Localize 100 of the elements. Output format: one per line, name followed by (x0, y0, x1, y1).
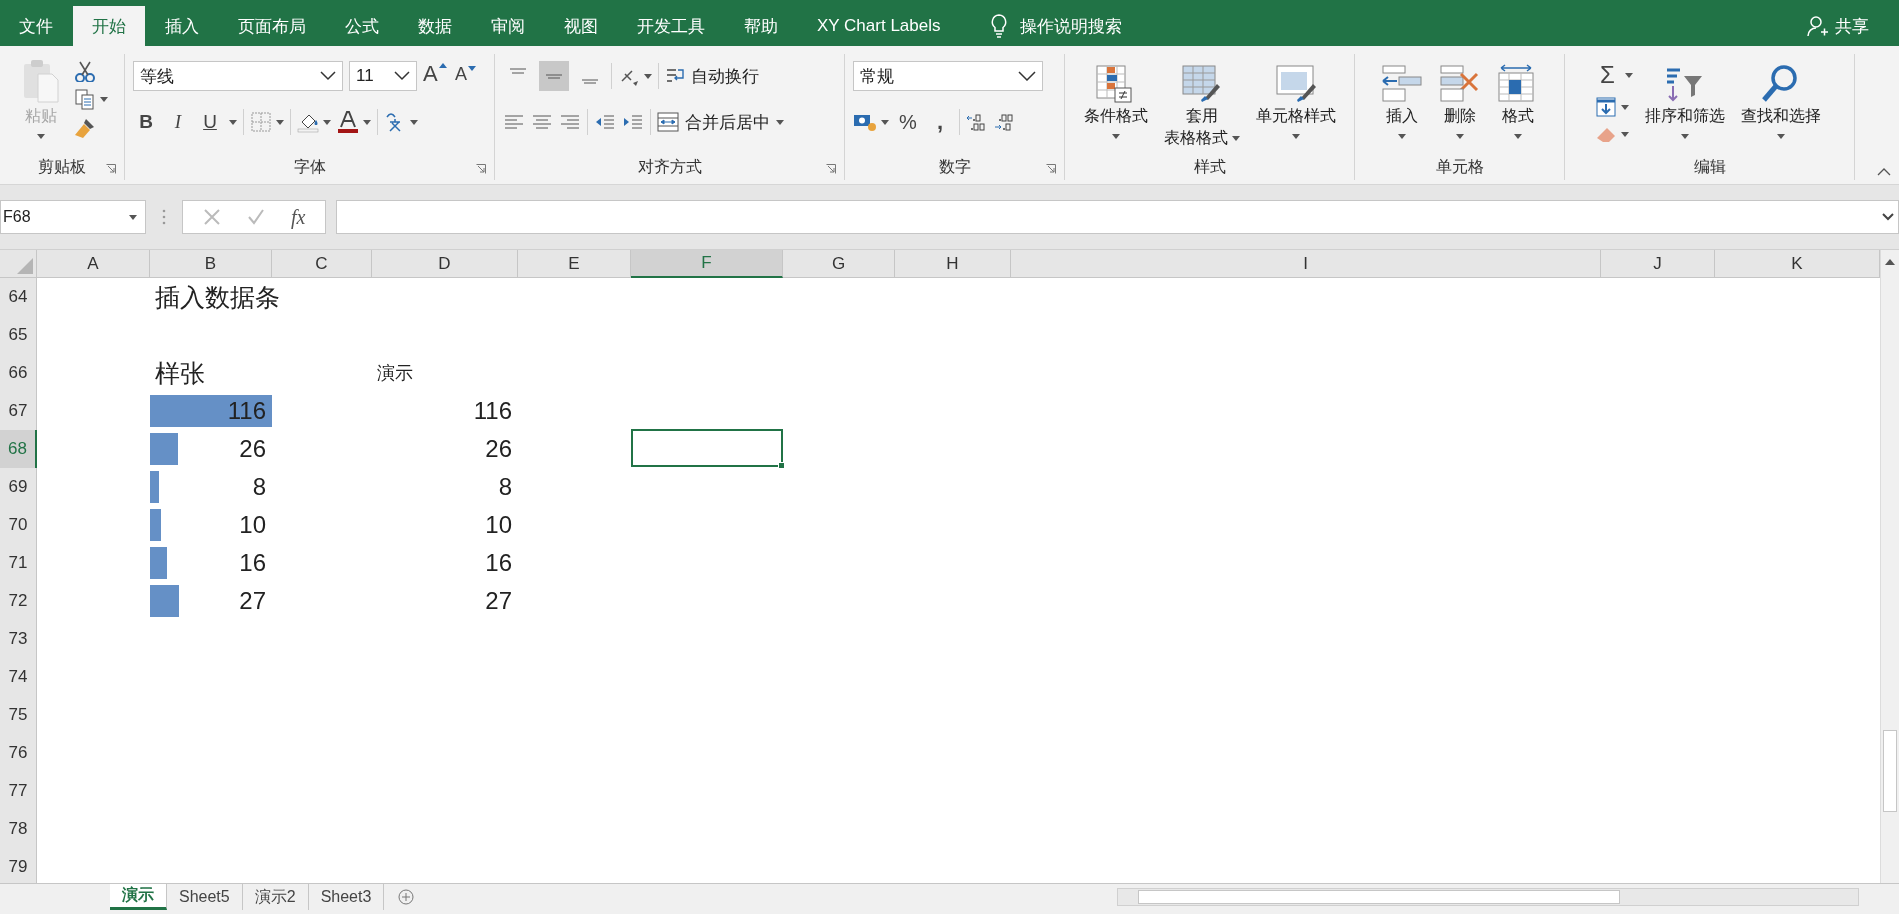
caret-icon[interactable] (410, 119, 418, 125)
row-header[interactable]: 76 (0, 734, 37, 772)
check-icon[interactable] (247, 208, 265, 226)
menu-tab[interactable]: 视图 (545, 6, 617, 46)
number-format-dropdown[interactable]: 常规 (853, 61, 1043, 91)
row-header[interactable]: 79 (0, 848, 37, 883)
ribbon-button[interactable]: 删除 (1434, 58, 1485, 154)
comma-style-button[interactable]: , (927, 107, 953, 137)
caret-icon[interactable] (229, 119, 237, 125)
ribbon-button[interactable]: 格式 (1492, 58, 1543, 154)
copy-icon[interactable] (74, 88, 96, 110)
decrease-indent-icon[interactable] (594, 112, 616, 132)
dialog-launcher-icon[interactable] (476, 164, 486, 174)
chevron-down-icon[interactable] (1018, 71, 1036, 81)
row-header[interactable]: 78 (0, 810, 37, 848)
scrollbar-thumb[interactable] (1138, 890, 1620, 904)
menu-tab[interactable]: 开始 (73, 6, 145, 46)
row-header[interactable]: 68 (0, 430, 37, 468)
chevron-down-icon[interactable] (394, 71, 410, 81)
increase-decimal-icon[interactable] (966, 112, 988, 132)
column-header[interactable]: K (1715, 250, 1880, 278)
vertical-scrollbar[interactable] (1880, 250, 1899, 883)
bold-button[interactable]: B (133, 107, 159, 137)
dialog-launcher-icon[interactable] (826, 164, 836, 174)
menu-tab[interactable]: XY Chart Labels (798, 6, 960, 46)
caret-icon[interactable] (1620, 131, 1629, 137)
caret-icon[interactable] (881, 119, 889, 125)
font-size-dropdown[interactable]: 11 (349, 61, 417, 91)
caret-icon[interactable] (276, 119, 284, 125)
row-header[interactable]: 77 (0, 772, 37, 810)
column-header[interactable]: D (372, 250, 518, 278)
name-box[interactable]: F68 (0, 200, 146, 234)
column-header[interactable]: G (783, 250, 895, 278)
share-button[interactable]: 共享 (1807, 6, 1869, 46)
increase-indent-icon[interactable] (622, 112, 644, 132)
caret-icon[interactable] (1624, 72, 1633, 78)
caret-icon[interactable] (644, 73, 652, 79)
font-name-dropdown[interactable]: 等线 (133, 61, 343, 91)
sheet-tab[interactable]: 演示 (110, 884, 167, 910)
tell-me-search[interactable]: 操作说明搜索 (1020, 14, 1123, 38)
formula-input-field[interactable] (336, 200, 1899, 234)
dialog-launcher-icon[interactable] (1046, 164, 1056, 174)
chevron-down-icon[interactable] (320, 71, 336, 81)
autosum-button[interactable]: Σ (1594, 60, 1621, 90)
ribbon-button[interactable]: 查找和选择 (1736, 58, 1825, 154)
caret-icon[interactable] (1620, 104, 1629, 110)
column-header[interactable]: J (1601, 250, 1715, 278)
sheet-tab[interactable]: Sheet5 (167, 884, 243, 910)
row-header[interactable]: 71 (0, 544, 37, 582)
row-header[interactable]: 72 (0, 582, 37, 620)
row-header[interactable]: 73 (0, 620, 37, 658)
paintbrush-icon[interactable] (74, 116, 96, 138)
row-header[interactable]: 69 (0, 468, 37, 506)
ribbon-button[interactable]: 插入 (1376, 58, 1427, 154)
menu-tab[interactable]: 插入 (146, 6, 218, 46)
add-sheet-icon[interactable] (398, 889, 415, 905)
ribbon-button[interactable]: 排序和筛选 (1640, 58, 1729, 154)
column-header[interactable]: E (518, 250, 631, 278)
column-header[interactable]: C (272, 250, 372, 278)
fill-down-icon[interactable] (1594, 96, 1617, 118)
menu-tab[interactable]: 开发工具 (618, 6, 724, 46)
caret-icon[interactable] (323, 119, 331, 125)
menu-tab[interactable]: 帮助 (725, 6, 797, 46)
expand-icon[interactable] (1882, 213, 1894, 221)
decrease-font-button[interactable]: A (455, 64, 481, 94)
column-header[interactable]: F (631, 250, 783, 278)
decrease-decimal-icon[interactable] (994, 112, 1016, 132)
lightbulb-icon[interactable] (990, 13, 1009, 39)
row-header[interactable]: 70 (0, 506, 37, 544)
row-header[interactable]: 67 (0, 392, 37, 430)
caret-icon[interactable] (100, 96, 108, 102)
column-header[interactable]: B (150, 250, 272, 278)
scrollbar-thumb[interactable] (1883, 730, 1897, 812)
menu-tab[interactable]: 审阅 (472, 6, 544, 46)
caret-icon[interactable] (363, 119, 371, 125)
selected-cell[interactable] (631, 429, 783, 467)
sheet-tab[interactable]: Sheet3 (308, 884, 385, 910)
menu-tab[interactable]: 公式 (326, 6, 398, 46)
dialog-launcher-icon[interactable] (106, 164, 116, 174)
column-header[interactable]: A (37, 250, 150, 278)
wrap-text-button[interactable]: 自动换行 (665, 64, 759, 88)
underline-button[interactable]: U (197, 107, 223, 137)
row-header[interactable]: 74 (0, 658, 37, 696)
menu-tab[interactable]: 页面布局 (219, 6, 325, 46)
currency-icon[interactable] (853, 112, 877, 132)
row-header[interactable]: 64 (0, 278, 37, 316)
insert-function-button[interactable]: fx (291, 205, 306, 229)
collapse-ribbon-icon[interactable] (1877, 168, 1891, 176)
row-header[interactable]: 66 (0, 354, 37, 392)
italic-button[interactable]: I (165, 107, 191, 137)
caret-icon[interactable] (129, 214, 137, 220)
font-color-icon[interactable] (337, 110, 359, 134)
merge-cells-icon[interactable] (657, 111, 679, 133)
sheet-tab[interactable]: 演示2 (242, 884, 309, 910)
menu-tab[interactable]: 文件 (0, 6, 72, 46)
row-header[interactable]: 75 (0, 696, 37, 734)
grip-icon[interactable] (162, 209, 166, 225)
merge-center-button[interactable]: 合并后居中 (657, 110, 784, 134)
percent-button[interactable]: % (895, 107, 921, 137)
scroll-up-icon[interactable] (1884, 258, 1896, 266)
